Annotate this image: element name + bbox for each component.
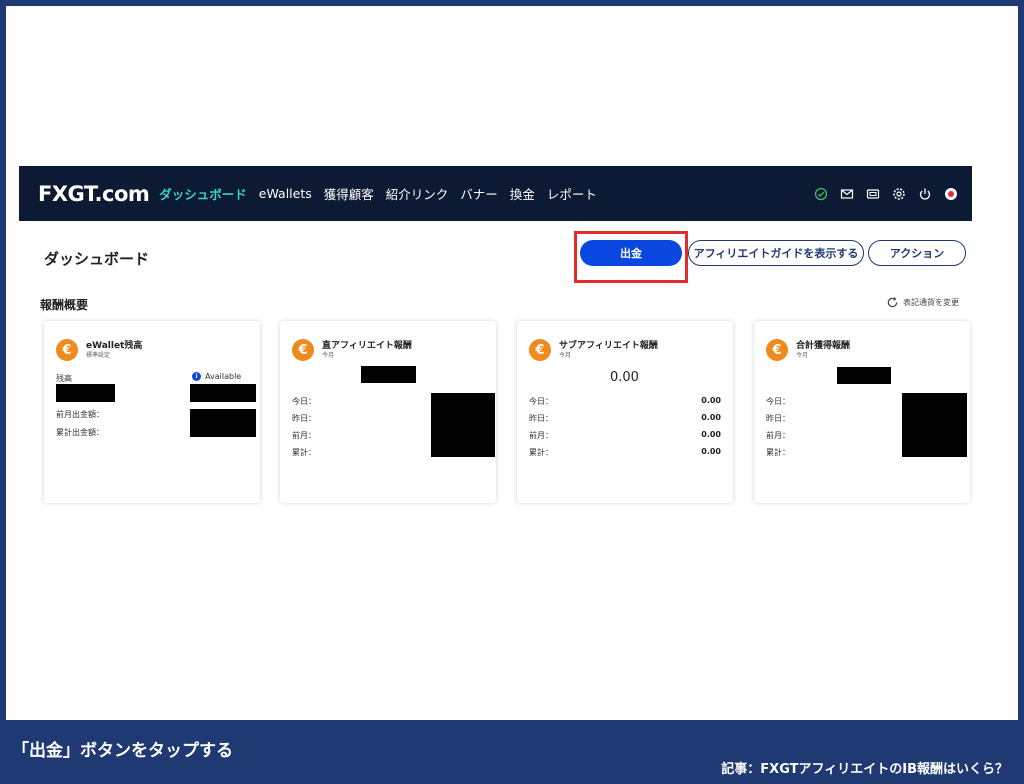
redacted-values bbox=[902, 393, 967, 457]
fxgt-logo[interactable]: FXGT.com bbox=[38, 182, 150, 206]
ticket-icon[interactable] bbox=[866, 187, 880, 201]
last-month-label: 前月： bbox=[766, 431, 790, 440]
euro-icon: € bbox=[292, 339, 314, 361]
top-navigation: FXGT.com ダッシュボード eWallets 獲得顧客 紹介リンク バナー… bbox=[19, 166, 972, 221]
available-indicator: i Available bbox=[192, 372, 241, 381]
yesterday-value: 0.00 bbox=[701, 413, 721, 422]
card-subtitle: 標準設定 bbox=[86, 352, 111, 359]
affiliate-guide-button[interactable]: アフィリエイトガイドを表示する bbox=[688, 240, 864, 266]
yesterday-label: 昨日： bbox=[529, 414, 553, 423]
euro-icon: € bbox=[766, 339, 788, 361]
yesterday-label: 昨日： bbox=[292, 414, 316, 423]
nav-icons bbox=[802, 166, 958, 221]
card-ewallet: € eWallet残高 標準設定 残高 i Available 前月出金額： 累… bbox=[44, 321, 260, 503]
nav-item-clients[interactable]: 獲得顧客 bbox=[324, 184, 374, 203]
yesterday-label: 昨日： bbox=[766, 414, 790, 423]
redacted-values bbox=[431, 393, 495, 457]
sub-affiliate-amount: 0.00 bbox=[610, 370, 639, 385]
available-label: Available bbox=[205, 372, 242, 381]
today-label: 今日： bbox=[529, 397, 553, 406]
redacted-amount bbox=[361, 366, 416, 383]
card-subtitle: 今月 bbox=[559, 352, 572, 359]
card-total-earnings: € 合計獲得報酬 今月 今日： 昨日： 前月： 累計： bbox=[754, 321, 970, 503]
nav-item-banner[interactable]: バナー bbox=[460, 184, 498, 203]
info-icon: i bbox=[192, 372, 201, 381]
withdraw-button[interactable]: 出金 bbox=[580, 240, 682, 266]
last-month-withdrawal-label: 前月出金額： bbox=[56, 410, 104, 419]
refresh-icon bbox=[887, 297, 898, 308]
last-month-label: 前月： bbox=[529, 431, 553, 440]
nav-item-ewallets[interactable]: eWallets bbox=[259, 186, 312, 201]
card-subtitle: 今月 bbox=[322, 352, 335, 359]
today-label: 今日： bbox=[292, 397, 316, 406]
total-withdrawal-label: 累計出金額： bbox=[56, 428, 104, 437]
action-button[interactable]: アクション bbox=[868, 240, 966, 266]
nav-item-report[interactable]: レポート bbox=[547, 184, 597, 203]
card-direct-affiliate: € 直アフィリエイト報酬 今月 今日： 昨日： 前月： 累計： bbox=[280, 321, 496, 503]
redacted-amount bbox=[837, 367, 891, 384]
change-currency-link[interactable]: 表記通貨を変更 bbox=[886, 296, 959, 309]
instruction-caption: 「出金」ボタンをタップする bbox=[12, 741, 233, 761]
total-value: 0.00 bbox=[701, 447, 721, 456]
card-title: サブアフィリエイト報酬 bbox=[559, 341, 658, 351]
section-title: 報酬概要 bbox=[40, 298, 89, 312]
change-currency-label: 表記通貨を変更 bbox=[903, 298, 959, 307]
nav-menu: ダッシュボード eWallets 獲得顧客 紹介リンク バナー 換金 レポート bbox=[159, 184, 609, 203]
euro-icon: € bbox=[56, 339, 78, 361]
article-title: 記事：FXGTアフィリエイトのIB報酬はいくら？ bbox=[721, 762, 1008, 777]
card-sub-affiliate: € サブアフィリエイト報酬 今月 0.00 今日： 0.00 昨日： 0.00 … bbox=[517, 321, 733, 503]
nav-item-withdraw[interactable]: 換金 bbox=[510, 184, 535, 203]
total-label: 累計： bbox=[292, 448, 316, 457]
nav-item-referral-link[interactable]: 紹介リンク bbox=[386, 184, 449, 203]
power-icon[interactable] bbox=[918, 187, 932, 201]
page-title: ダッシュボード bbox=[44, 250, 150, 268]
mail-icon[interactable] bbox=[840, 187, 854, 201]
nav-item-dashboard[interactable]: ダッシュボード bbox=[159, 184, 247, 203]
redacted-balance bbox=[56, 384, 115, 402]
card-subtitle: 今月 bbox=[796, 352, 809, 359]
euro-icon: € bbox=[529, 339, 551, 361]
gear-icon[interactable] bbox=[892, 187, 906, 201]
last-month-value: 0.00 bbox=[701, 430, 721, 439]
verified-icon[interactable] bbox=[814, 187, 828, 201]
flag-icon[interactable] bbox=[944, 187, 958, 201]
redacted-withdrawals bbox=[190, 409, 256, 437]
last-month-label: 前月： bbox=[292, 431, 316, 440]
total-label: 累計： bbox=[766, 448, 790, 457]
balance-label: 残高 bbox=[56, 374, 72, 383]
today-label: 今日： bbox=[766, 397, 790, 406]
card-title: 直アフィリエイト報酬 bbox=[322, 341, 412, 351]
total-label: 累計： bbox=[529, 448, 553, 457]
redacted-available bbox=[190, 384, 256, 402]
today-value: 0.00 bbox=[701, 396, 721, 405]
